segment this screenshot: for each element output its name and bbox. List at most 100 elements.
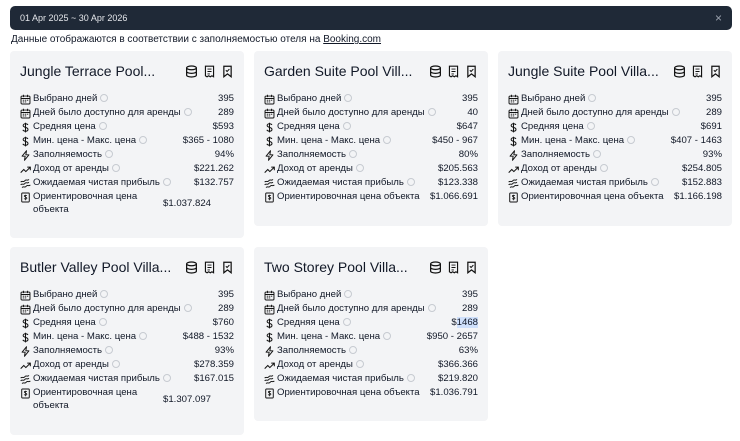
receipt-icon[interactable] (447, 261, 460, 274)
info-icon[interactable] (383, 332, 392, 340)
info-icon[interactable] (349, 150, 357, 158)
database-icon[interactable] (673, 65, 686, 78)
info-icon[interactable] (183, 108, 192, 116)
dollar-icon (20, 318, 31, 329)
stat-value: $1.036.791 (429, 387, 478, 398)
property-card: Jungle Suite Pool Villa... Выбрано дней … (498, 51, 732, 226)
date-range-bar[interactable]: 01 Apr 2025 ~ 30 Apr 2026 × (10, 6, 732, 30)
stat-label: Средняя цена (277, 120, 457, 134)
info-icon[interactable] (105, 150, 113, 158)
dollar-icon (264, 136, 275, 147)
stat-label: Дней было доступно для аренды (277, 302, 462, 316)
info-icon[interactable] (349, 346, 357, 354)
property-card: Butler Valley Pool Villa... Выбрано дней… (10, 247, 244, 435)
info-icon[interactable] (383, 136, 392, 144)
stat-row-rental-income: Доход от аренды $278.359 (20, 358, 234, 372)
stat-label: Заполняемость (33, 148, 215, 162)
receipt-icon[interactable] (203, 65, 216, 78)
stat-row-days-selected: Выбрано дней 395 (508, 92, 722, 106)
bolt-icon (264, 150, 275, 161)
info-icon[interactable] (355, 360, 364, 368)
info-icon[interactable] (100, 290, 109, 298)
stat-value: 395 (217, 93, 234, 104)
stat-value: 395 (461, 289, 478, 300)
money-icon (264, 374, 275, 385)
bookmark-icon[interactable] (221, 261, 234, 274)
bookmark-icon[interactable] (465, 261, 478, 274)
info-icon[interactable] (342, 122, 351, 130)
trend-up-icon (264, 164, 275, 175)
stat-value: 289 (217, 303, 234, 314)
database-icon[interactable] (429, 261, 442, 274)
bolt-icon (20, 346, 31, 357)
info-icon[interactable] (111, 164, 120, 172)
info-icon[interactable] (427, 304, 436, 312)
receipt-icon[interactable] (691, 65, 704, 78)
stat-label: Ориентировочная цена объекта (277, 387, 420, 398)
info-icon[interactable] (586, 122, 595, 130)
booking-link[interactable]: Booking.com (323, 34, 381, 45)
stat-label: Средняя цена (33, 316, 213, 330)
stat-value: 395 (461, 93, 478, 104)
info-icon[interactable] (593, 150, 601, 158)
info-icon[interactable] (406, 178, 415, 186)
stat-label: Выбрано дней (33, 288, 218, 302)
info-icon[interactable] (427, 108, 436, 116)
stat-value: $278.359 (193, 359, 234, 370)
calendar-icon (264, 290, 275, 301)
info-icon[interactable] (355, 164, 364, 172)
stat-value: 93% (702, 149, 722, 160)
property-title: Jungle Terrace Pool... (20, 63, 156, 79)
stat-row-avg-price: Средняя цена $760 (20, 316, 234, 330)
info-icon[interactable] (105, 346, 113, 354)
receipt-icon[interactable] (447, 65, 460, 78)
info-icon[interactable] (406, 374, 415, 382)
info-icon[interactable] (627, 136, 636, 144)
stat-label: Выбрано дней (521, 92, 706, 106)
bolt-icon (20, 150, 31, 161)
stat-value: $647 (456, 121, 478, 132)
stat-row-min-max-price: Мин. цена - Макс. цена $950 - 2657 (264, 330, 478, 344)
info-icon[interactable] (98, 122, 107, 130)
stat-label: Ожидаемая чистая прибыль (277, 176, 438, 190)
info-icon[interactable] (162, 178, 171, 186)
info-icon[interactable] (344, 94, 353, 102)
info-icon[interactable] (139, 332, 148, 340)
info-icon[interactable] (588, 94, 597, 102)
stat-label: Ориентировочная цена объекта (33, 387, 138, 411)
calendar-icon (264, 304, 275, 315)
date-range-label: 01 Apr 2025 ~ 30 Apr 2026 (20, 13, 128, 23)
info-icon[interactable] (671, 108, 680, 116)
info-icon[interactable] (162, 374, 171, 382)
property-title: Two Storey Pool Villa... (264, 259, 408, 275)
bookmark-icon[interactable] (221, 65, 234, 78)
document-dollar-icon (508, 192, 519, 203)
database-icon[interactable] (429, 65, 442, 78)
info-icon[interactable] (344, 290, 353, 298)
stat-value: $488 - 1532 (182, 331, 234, 342)
clear-date-icon[interactable]: × (715, 12, 722, 24)
bookmark-icon[interactable] (709, 65, 722, 78)
receipt-icon[interactable] (203, 261, 216, 274)
selected-text: 1468 (456, 317, 478, 328)
info-icon[interactable] (183, 304, 192, 312)
database-icon[interactable] (185, 261, 198, 274)
stat-value: $152.883 (681, 177, 722, 188)
info-icon[interactable] (111, 360, 120, 368)
info-icon[interactable] (98, 318, 107, 326)
trend-up-icon (20, 164, 31, 175)
bookmark-icon[interactable] (465, 65, 478, 78)
database-icon[interactable] (185, 65, 198, 78)
info-icon[interactable] (100, 94, 109, 102)
info-icon[interactable] (599, 164, 608, 172)
stat-row-net-profit: Ожидаемая чистая прибыль $167.015 (20, 372, 234, 386)
stat-row-days-selected: Выбрано дней 395 (264, 92, 478, 106)
info-icon[interactable] (139, 136, 148, 144)
stat-row-est-price: Ориентировочная цена объекта $1.066.691 (264, 190, 478, 204)
info-icon[interactable] (342, 318, 351, 326)
calendar-icon (508, 108, 519, 119)
document-dollar-icon (20, 388, 31, 399)
stat-row-rental-income: Доход от аренды $205.563 (264, 162, 478, 176)
info-icon[interactable] (650, 178, 659, 186)
dollar-icon (20, 332, 31, 343)
